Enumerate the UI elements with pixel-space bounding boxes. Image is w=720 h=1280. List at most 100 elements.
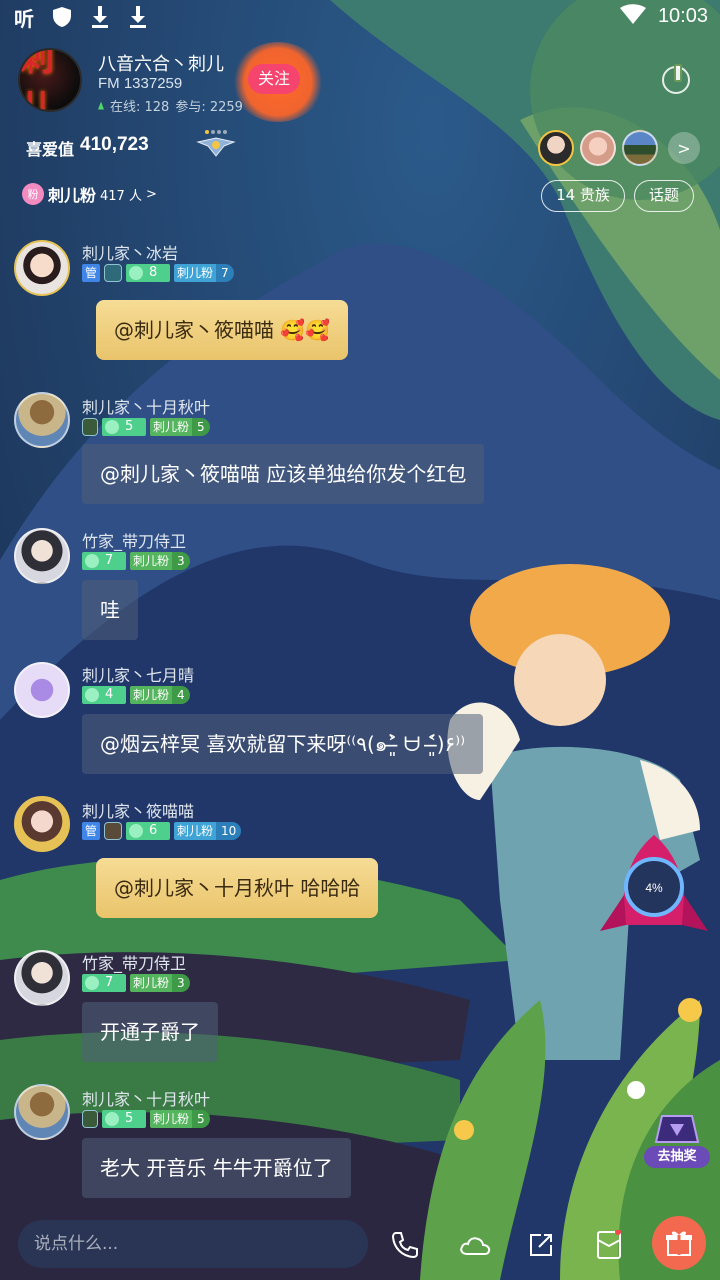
top-fan-avatar[interactable] (580, 130, 616, 166)
gift-icon[interactable] (652, 1216, 706, 1270)
rank-badge-icon[interactable] (196, 128, 236, 160)
fan-badge-name: 刺儿粉 (130, 552, 173, 570)
message-bubble[interactable]: 开通子爵了 (82, 1002, 218, 1062)
fan-badge: 刺儿粉 3 (130, 552, 190, 570)
rocket-progress-widget[interactable]: 4% (596, 835, 712, 937)
user-badges: 4 刺儿粉 4 (82, 686, 190, 704)
fan-badge-level: 3 (172, 552, 190, 570)
room-fm-number: FM 1337259 (98, 75, 183, 92)
user-badges: 5 刺儿粉 5 (82, 1110, 210, 1128)
online-count: 在线: 128 (110, 100, 170, 115)
lottery-label: 去抽奖 (644, 1146, 710, 1168)
fans-club[interactable]: 粉 刺儿粉 417 人 > (22, 182, 157, 206)
user-badges: 7 刺儿粉 3 (82, 552, 190, 570)
fan-badge-level: 4 (172, 686, 190, 704)
fan-badge-name: 刺儿粉 (150, 418, 193, 436)
chat-input[interactable]: 说点什么... (18, 1220, 368, 1268)
phone-call-icon[interactable] (384, 1224, 426, 1266)
level-badge: 7 (82, 552, 126, 570)
level-badge: 5 (102, 1110, 146, 1128)
fan-badge-level: 7 (216, 264, 234, 282)
level-badge: 8 (126, 264, 171, 282)
user-badges: 7 刺儿粉 3 (82, 974, 190, 992)
level-star-icon (105, 420, 119, 434)
follow-button[interactable]: 关注 (248, 64, 300, 94)
medal-icon (82, 418, 98, 436)
medal-icon (82, 1110, 98, 1128)
room-name: 八音六合丶刺儿 (98, 54, 224, 75)
message-bubble[interactable]: 老大 开音乐 牛牛开爵位了 (82, 1138, 351, 1198)
user-avatar[interactable] (14, 528, 70, 584)
message-bubble[interactable]: @刺儿家丶筱喵喵 🥰🥰 (96, 300, 349, 360)
username[interactable]: 竹家_带刀侍卫 (82, 950, 186, 974)
download-icon (126, 4, 150, 30)
user-avatar[interactable] (14, 796, 70, 852)
username[interactable]: 刺儿家丶冰岩 (82, 240, 178, 264)
participation-count: 参与: 2259 (175, 100, 243, 115)
app-notification-icon: 听 (14, 6, 34, 31)
room-stats: 在线: 128 参与: 2259 (98, 96, 243, 115)
level-badge: 6 (126, 822, 171, 840)
fan-badge-level: 3 (172, 974, 190, 992)
user-avatar[interactable] (14, 950, 70, 1006)
level-number: 6 (149, 823, 158, 838)
online-indicator-icon (98, 101, 104, 110)
room-avatar[interactable]: 刺儿 (18, 48, 82, 112)
fans-club-count: 417 人 (100, 188, 142, 204)
room-avatar-text: 刺儿 (20, 48, 54, 112)
admin-badge: 管 (82, 822, 101, 840)
nobility-button[interactable]: 14 贵族 (541, 180, 625, 212)
clock: 10:03 (657, 4, 708, 27)
fans-club-name: 刺儿粉 (48, 186, 97, 205)
more-fans-chevron-icon[interactable]: > (668, 132, 700, 164)
message-bubble[interactable]: @刺儿家丶十月秋叶 哈哈哈 (96, 858, 379, 918)
fan-badge: 刺儿粉 4 (130, 686, 190, 704)
level-badge: 4 (82, 686, 126, 704)
level-star-icon (129, 824, 144, 838)
user-avatar[interactable] (14, 1084, 70, 1140)
user-avatar[interactable] (14, 662, 70, 718)
fan-badge: 刺儿粉 5 (150, 418, 210, 436)
user-avatar[interactable] (14, 240, 70, 296)
level-star-icon (85, 688, 99, 702)
fans-club-badge-icon: 粉 (22, 183, 44, 205)
level-star-icon (105, 1112, 119, 1126)
lottery-button[interactable]: 去抽奖 (642, 1112, 712, 1174)
heat-label: 喜爱值 (26, 140, 75, 159)
username[interactable]: 刺儿家丶筱喵喵 (82, 798, 194, 822)
fan-badge-name: 刺儿粉 (174, 822, 217, 840)
level-number: 5 (125, 419, 134, 434)
level-badge: 5 (102, 418, 146, 436)
fan-badge-level: 5 (192, 418, 210, 436)
level-number: 7 (105, 975, 114, 990)
message-bubble[interactable]: 哇 (82, 580, 138, 640)
fan-badge: 刺儿粉 5 (150, 1110, 210, 1128)
level-number: 7 (105, 553, 114, 568)
username[interactable]: 竹家_带刀侍卫 (82, 528, 186, 552)
topic-button[interactable]: 话题 (634, 180, 694, 212)
cloud-icon[interactable] (454, 1224, 496, 1266)
message-bubble[interactable]: @烟云梓冥 喜欢就留下来呀⁽⁽٩(๑˃̶͈̀ ᗨ ˂̶͈́)۶⁾⁾ (82, 714, 484, 774)
red-envelope-icon[interactable] (588, 1224, 630, 1266)
username[interactable]: 刺儿家丶十月秋叶 (82, 1086, 210, 1110)
level-badge: 7 (82, 974, 126, 992)
message-bubble[interactable]: @刺儿家丶筱喵喵 应该单独给你发个红包 (82, 444, 485, 504)
exit-power-icon[interactable] (662, 64, 690, 94)
fan-badge-name: 刺儿粉 (130, 974, 173, 992)
wifi-icon (619, 4, 646, 28)
top-fan-avatar[interactable] (538, 130, 574, 166)
top-fan-avatar[interactable] (622, 130, 658, 166)
rocket-progress-text: 4% (645, 881, 663, 895)
user-avatar[interactable] (14, 392, 70, 448)
username[interactable]: 刺儿家丶十月秋叶 (82, 394, 210, 418)
share-icon[interactable] (520, 1224, 562, 1266)
user-badges: 5 刺儿粉 5 (82, 418, 210, 436)
medal-icon (104, 822, 123, 840)
username[interactable]: 刺儿家丶七月晴 (82, 662, 194, 686)
status-bar: 听 10:03 (0, 0, 720, 36)
fan-badge-name: 刺儿粉 (150, 1110, 193, 1128)
fan-badge-level: 5 (192, 1110, 210, 1128)
fan-badge: 刺儿粉 7 (174, 264, 234, 282)
chevron-right-icon: > (145, 186, 157, 202)
fan-badge-name: 刺儿粉 (174, 264, 217, 282)
